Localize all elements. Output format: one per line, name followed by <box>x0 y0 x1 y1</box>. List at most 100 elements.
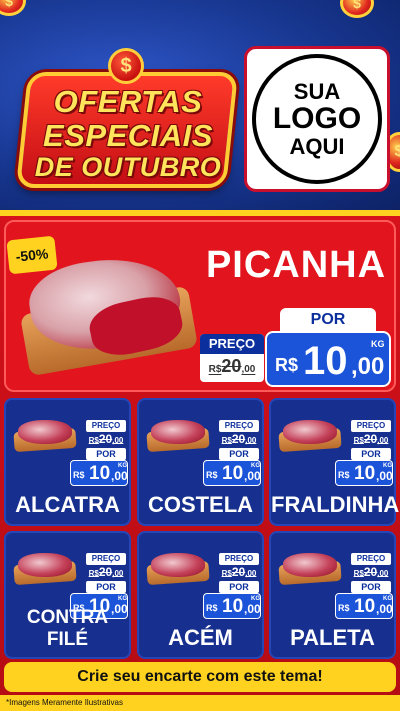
old-price-label: PREÇO <box>351 420 391 432</box>
currency-label: R$ <box>206 470 218 480</box>
old-price-int: 20 <box>98 565 113 579</box>
unit-label: KG <box>118 596 127 602</box>
create-flyer-button[interactable]: Crie seu encarte com este tema! <box>4 662 396 692</box>
currency-label: R$ <box>338 470 350 480</box>
old-price-label: PREÇO <box>219 420 259 432</box>
title-line-1: OFERTAS <box>53 84 203 119</box>
product-card[interactable]: PREÇO R$20,00 POR R$ 10,00 KG ALCATRA <box>4 398 131 526</box>
old-price-value: R$20,00 <box>84 565 128 579</box>
unit-label: KG <box>383 596 392 602</box>
new-price-box: R$ 10,00 KG <box>70 460 128 486</box>
old-price-currency: R$ <box>208 364 222 375</box>
currency-label: R$ <box>338 603 350 613</box>
new-price-int: 10 <box>303 339 348 383</box>
product-name: FRALDINHA <box>271 492 400 517</box>
old-price-value: R$20,00 <box>349 432 393 446</box>
product-name: ALCATRA <box>15 492 120 517</box>
new-price-int: 10 <box>354 596 376 617</box>
product-card[interactable]: PREÇO R$20,00 POR R$ 10,00 KG COSTELA <box>137 398 264 526</box>
new-price-dec: ,00 <box>111 469 128 483</box>
unit-label: KG <box>251 596 260 602</box>
new-price-dec: ,00 <box>376 602 393 616</box>
old-price-label: PREÇO <box>200 334 264 354</box>
logo-placeholder[interactable]: SUA LOGO AQUI <box>244 46 390 192</box>
currency-label: R$ <box>275 355 299 375</box>
old-price-label: PREÇO <box>219 553 259 565</box>
new-price-box: R$ 10,00 KG <box>335 593 393 619</box>
product-card[interactable]: PREÇO R$20,00 POR R$ 10,00 KG ACÉM <box>137 531 264 659</box>
new-price-int: 10 <box>222 596 244 617</box>
coin-icon: $ <box>0 0 26 16</box>
new-price-label: POR <box>351 448 391 460</box>
offers-title: $ OFERTAS ESPECIAIS DE OUTUBRO <box>15 48 239 188</box>
new-price-box: R$ 10,00 KG <box>203 593 261 619</box>
logo-line-1: SUA <box>293 79 341 105</box>
product-name: PALETA <box>290 625 375 650</box>
old-price-currency: R$ <box>88 436 99 445</box>
currency-label: R$ <box>206 603 218 613</box>
old-price-currency: R$ <box>221 436 232 445</box>
product-name: CONTRA FILÉ <box>26 607 109 650</box>
meat-image <box>151 553 205 577</box>
unit-label: KG <box>118 463 127 469</box>
old-price-value: R$20,00 <box>217 565 261 579</box>
title-line-3: DE OUTUBRO <box>34 152 222 182</box>
old-price-int: 20 <box>221 356 242 376</box>
new-price-int: 10 <box>354 463 376 484</box>
old-price-dec: ,00 <box>245 436 257 445</box>
new-price-dec: ,00 <box>244 602 261 616</box>
old-price-label: PREÇO <box>351 553 391 565</box>
new-price-label: POR <box>351 581 391 593</box>
product-card[interactable]: PREÇO R$20,00 POR R$ 10,00 KG PALETA <box>269 531 396 659</box>
new-price-label: POR <box>86 448 126 460</box>
new-price-box: R$ 10,00 KG <box>335 460 393 486</box>
new-price-dec: ,00 <box>351 353 385 380</box>
meat-image <box>283 553 337 577</box>
product-name: ACÉM <box>168 625 233 650</box>
new-price-label: POR <box>219 448 259 460</box>
discount-badge: -50% <box>6 235 58 275</box>
logo-line-3: AQUI <box>289 133 345 159</box>
product-name: COSTELA <box>147 492 254 517</box>
new-price-label: POR <box>280 308 376 332</box>
old-price-value: R$20,00 <box>84 432 128 446</box>
old-price-currency: R$ <box>221 569 232 578</box>
old-price-int: 20 <box>363 565 378 579</box>
meat-image <box>283 420 337 444</box>
old-price-int: 20 <box>363 432 378 446</box>
title-line-2: ESPECIAIS <box>43 118 213 153</box>
coin-icon: $ <box>340 0 374 18</box>
divider-stripe <box>0 210 400 216</box>
old-price-currency: R$ <box>88 569 99 578</box>
new-price-int: 10 <box>222 463 244 484</box>
featured-product-name: PICANHA <box>205 244 387 286</box>
old-price-dec: ,00 <box>245 569 257 578</box>
meat-image <box>18 553 72 577</box>
old-price-box: PREÇO R$20,00 <box>200 334 264 382</box>
unit-label: KG <box>251 463 260 469</box>
old-price-dec: ,00 <box>241 364 256 375</box>
meat-image <box>18 420 72 444</box>
meat-image <box>151 420 205 444</box>
old-price-value: R$20,00 <box>349 565 393 579</box>
old-price-dec: ,00 <box>377 436 389 445</box>
old-price-currency: R$ <box>353 569 364 578</box>
new-price-label: POR <box>86 581 126 593</box>
new-price-dec: ,00 <box>244 469 261 483</box>
new-price-int: 10 <box>89 463 111 484</box>
old-price-int: 20 <box>231 565 246 579</box>
currency-label: R$ <box>73 470 85 480</box>
product-card[interactable]: PREÇO R$20,00 POR R$ 10,00 KG FRALDINHA <box>269 398 400 526</box>
logo-circle: SUA LOGO AQUI <box>252 54 382 184</box>
old-price-currency: R$ <box>353 436 364 445</box>
old-price-int: 20 <box>98 432 113 446</box>
unit-label: KG <box>383 463 392 469</box>
header-banner: $ $ $ $ OFERTAS ESPECIAIS DE OUTUBRO SUA… <box>0 0 400 210</box>
product-card[interactable]: PREÇO R$20,00 POR R$ 10,00 KG CONTRA FILÉ <box>4 531 131 659</box>
unit-label: KG <box>371 339 385 349</box>
new-price-dec: ,00 <box>376 469 393 483</box>
old-price-value: R$20,00 <box>200 356 264 377</box>
old-price-int: 20 <box>231 432 246 446</box>
old-price-dec: ,00 <box>377 569 389 578</box>
old-price-value: R$20,00 <box>217 432 261 446</box>
